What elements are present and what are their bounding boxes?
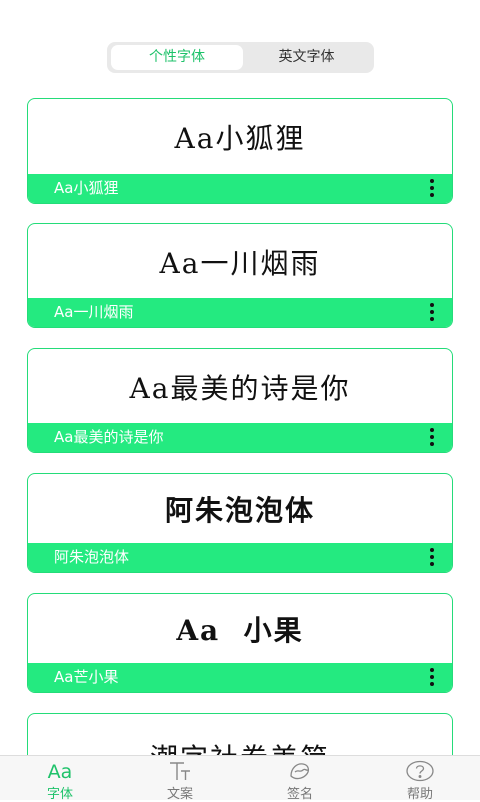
font-list: Aa小狐狸 Aa小狐狸 Aa一川烟雨 Aa一川烟雨 Aa最美的诗是你 Aa最美的… [0, 0, 480, 755]
tab-help[interactable]: 帮助 [360, 756, 480, 802]
help-icon [360, 759, 480, 783]
font-name-bar: Aa芒小果 [28, 663, 452, 692]
more-options-icon[interactable] [428, 668, 436, 688]
font-category-switch: 个性字体 英文字体 [107, 42, 374, 73]
font-name-bar: Aa最美的诗是你 [28, 423, 452, 452]
font-card[interactable]: 阿朱泡泡体 阿朱泡泡体 [27, 473, 453, 573]
font-preview: Aa一川烟雨 [159, 246, 321, 280]
signature-icon [240, 759, 360, 783]
tab-label: 字体 [46, 787, 73, 802]
font-card[interactable]: Aa最美的诗是你 Aa最美的诗是你 [27, 348, 453, 453]
font-card[interactable]: Aa小狐狸 Aa小狐狸 [27, 98, 453, 204]
more-options-icon[interactable] [428, 428, 436, 448]
font-name-bar: 阿朱泡泡体 [28, 543, 452, 572]
tab-english-fonts[interactable]: 英文字体 [243, 45, 370, 70]
font-card[interactable]: Aa 小果 Aa芒小果 [27, 593, 453, 693]
svg-text:Aa: Aa [48, 761, 73, 782]
font-aa-icon: Aa [0, 759, 120, 783]
font-preview: Aa最美的诗是你 [129, 371, 351, 405]
font-name: 阿朱泡泡体 [54, 548, 130, 566]
more-options-icon[interactable] [428, 548, 436, 568]
font-preview: 阿朱泡泡体 [164, 494, 315, 527]
font-preview: Aa 小果 [176, 614, 304, 647]
tab-label: 签名 [286, 787, 313, 802]
more-options-icon[interactable] [428, 179, 436, 199]
tab-signature[interactable]: 签名 [240, 756, 360, 802]
tab-label: 文案 [166, 787, 193, 802]
font-name-bar: Aa小狐狸 [28, 174, 452, 203]
font-card[interactable]: Aa一川烟雨 Aa一川烟雨 [27, 223, 453, 328]
font-preview: Aa小狐狸 [174, 121, 306, 155]
tab-personal-fonts[interactable]: 个性字体 [111, 45, 243, 70]
tab-label: 帮助 [406, 787, 433, 802]
font-name: Aa小狐狸 [54, 179, 119, 197]
font-preview: 潮字社卷美简 [28, 722, 452, 755]
tab-fonts[interactable]: Aa 字体 [0, 756, 120, 802]
text-t-icon [120, 759, 240, 783]
font-card[interactable]: 潮字社卷美简 [27, 713, 453, 755]
font-name: Aa芒小果 [54, 668, 119, 686]
font-name: Aa一川烟雨 [54, 303, 134, 321]
tab-copywriting[interactable]: 文案 [120, 756, 240, 802]
font-name: Aa最美的诗是你 [54, 428, 164, 446]
more-options-icon[interactable] [428, 303, 436, 323]
font-name-bar: Aa一川烟雨 [28, 298, 452, 327]
bottom-tab-bar: Aa 字体 文案 签名 帮助 [0, 755, 480, 802]
